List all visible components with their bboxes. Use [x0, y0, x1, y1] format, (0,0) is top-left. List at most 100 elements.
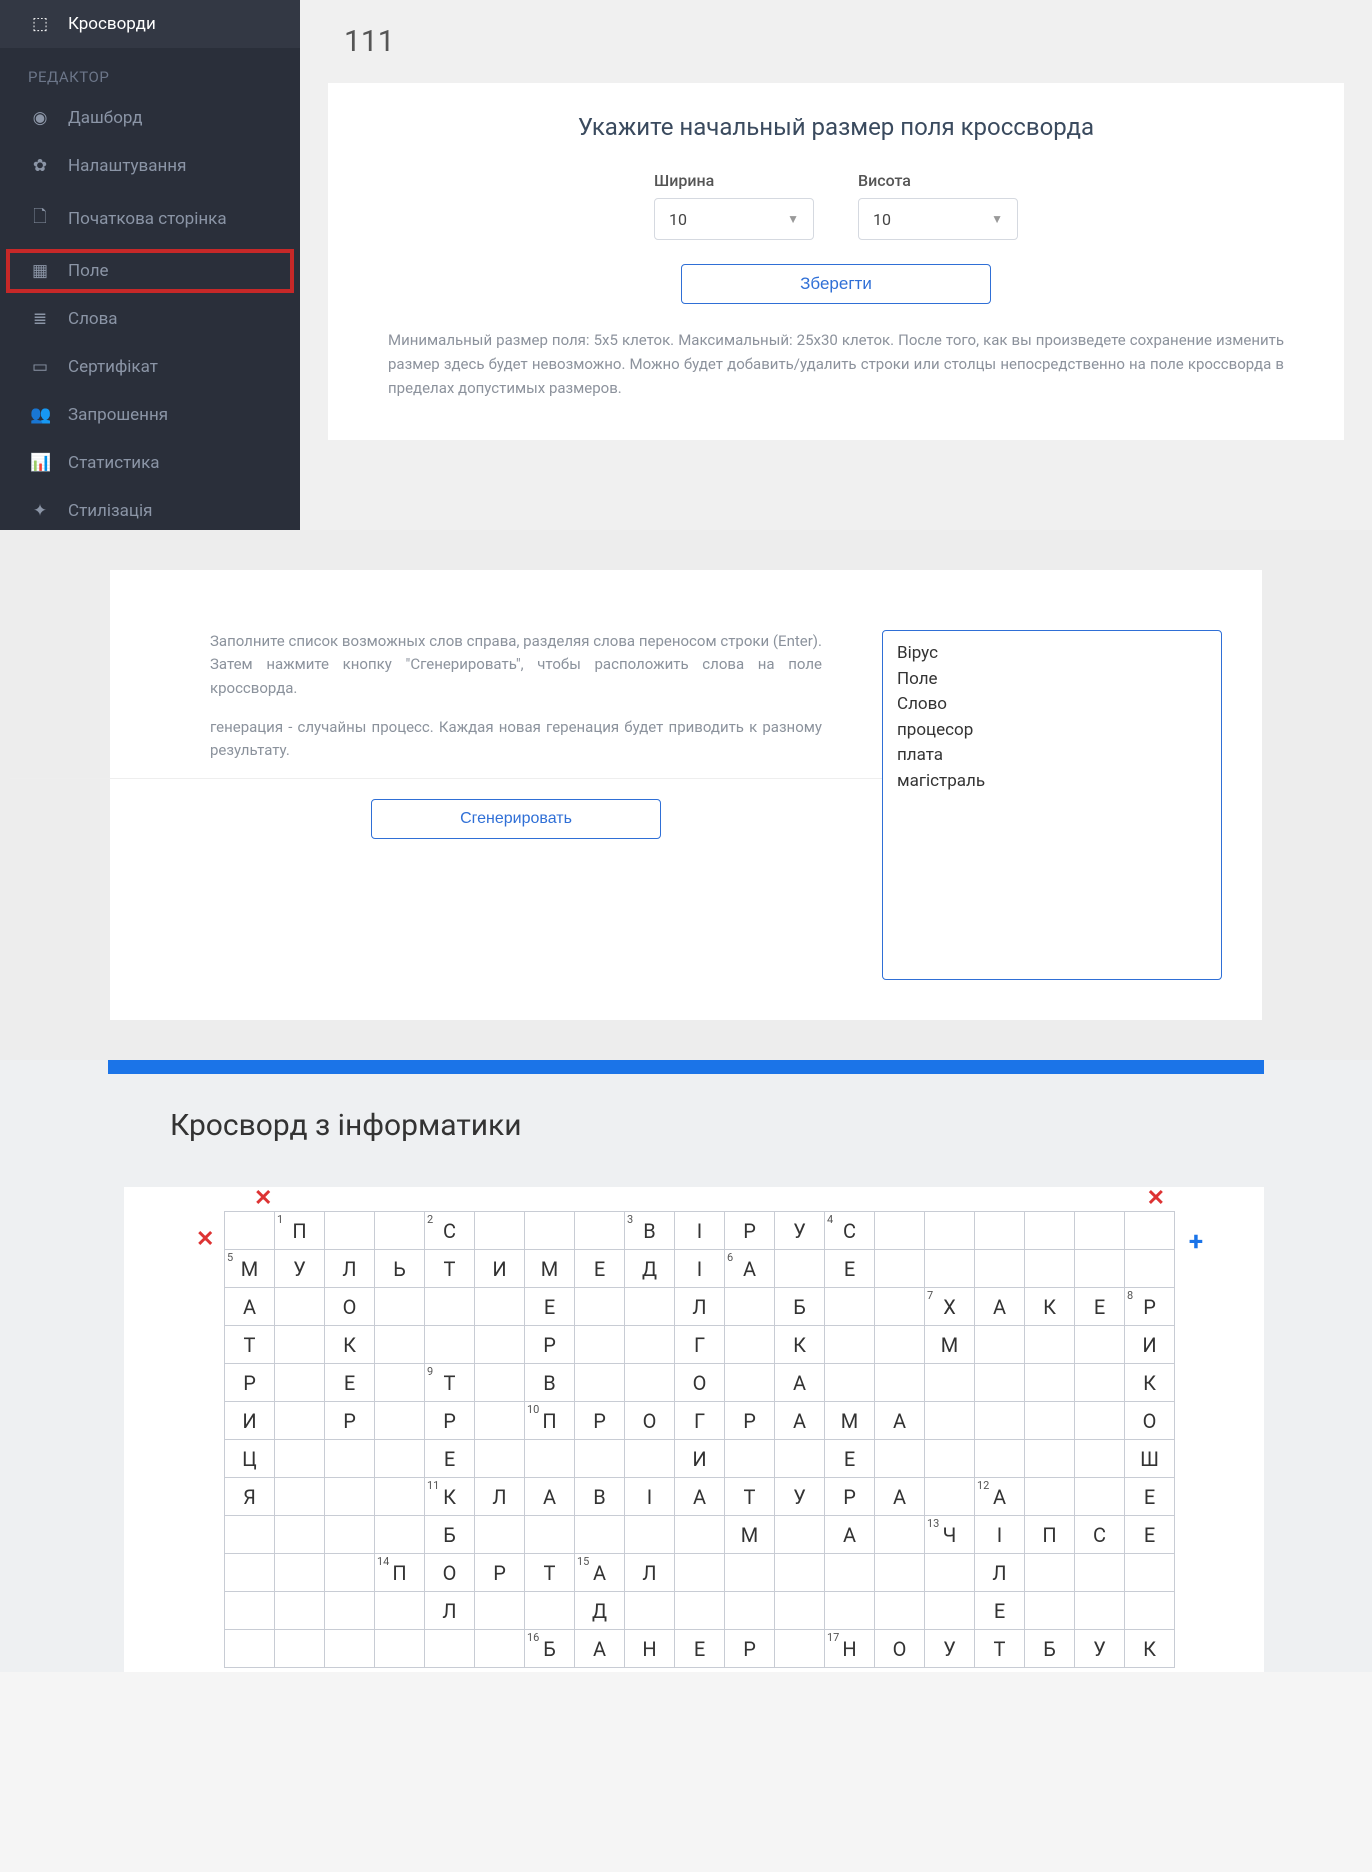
- crossword-cell[interactable]: [325, 1592, 375, 1630]
- crossword-cell[interactable]: [525, 1212, 575, 1250]
- crossword-grid[interactable]: 1П2С3ВІРУ4С5МУЛЬТИМЕДІ6АЕАОЕЛБ7ХАКЕ8РТКР…: [224, 1211, 1175, 1668]
- crossword-cell[interactable]: [325, 1212, 375, 1250]
- crossword-cell[interactable]: [425, 1288, 475, 1326]
- crossword-cell[interactable]: А: [825, 1516, 875, 1554]
- crossword-cell[interactable]: [775, 1554, 825, 1592]
- sidebar-item-поле[interactable]: ▦Поле: [0, 247, 300, 295]
- crossword-cell[interactable]: [725, 1288, 775, 1326]
- crossword-cell[interactable]: [975, 1212, 1025, 1250]
- crossword-cell[interactable]: [275, 1478, 325, 1516]
- crossword-cell[interactable]: У: [925, 1630, 975, 1668]
- crossword-cell[interactable]: [875, 1250, 925, 1288]
- crossword-cell[interactable]: [875, 1440, 925, 1478]
- crossword-cell[interactable]: [1075, 1212, 1125, 1250]
- crossword-cell[interactable]: Р: [425, 1402, 475, 1440]
- crossword-cell[interactable]: І: [675, 1212, 725, 1250]
- crossword-cell[interactable]: О: [1125, 1402, 1175, 1440]
- crossword-cell[interactable]: [925, 1592, 975, 1630]
- crossword-cell[interactable]: [775, 1630, 825, 1668]
- crossword-cell[interactable]: [575, 1326, 625, 1364]
- crossword-cell[interactable]: В: [575, 1478, 625, 1516]
- crossword-cell[interactable]: Р: [475, 1554, 525, 1592]
- crossword-cell[interactable]: [475, 1364, 525, 1402]
- crossword-cell[interactable]: [575, 1288, 625, 1326]
- crossword-cell[interactable]: Л: [475, 1478, 525, 1516]
- delete-col-right-icon[interactable]: ✕: [1147, 1186, 1165, 1211]
- crossword-cell[interactable]: Б: [1025, 1630, 1075, 1668]
- crossword-cell[interactable]: [1075, 1326, 1125, 1364]
- crossword-cell[interactable]: [325, 1630, 375, 1668]
- crossword-cell[interactable]: 7Х: [925, 1288, 975, 1326]
- crossword-cell[interactable]: У: [775, 1212, 825, 1250]
- crossword-cell[interactable]: Л: [975, 1554, 1025, 1592]
- crossword-cell[interactable]: А: [975, 1288, 1025, 1326]
- crossword-cell[interactable]: Т: [725, 1478, 775, 1516]
- crossword-cell[interactable]: Б: [775, 1288, 825, 1326]
- crossword-cell[interactable]: [875, 1516, 925, 1554]
- crossword-cell[interactable]: [925, 1478, 975, 1516]
- crossword-cell[interactable]: Г: [675, 1402, 725, 1440]
- crossword-cell[interactable]: [625, 1288, 675, 1326]
- crossword-cell[interactable]: 17Н: [825, 1630, 875, 1668]
- crossword-cell[interactable]: [375, 1402, 425, 1440]
- crossword-cell[interactable]: Т: [525, 1554, 575, 1592]
- crossword-cell[interactable]: А: [875, 1402, 925, 1440]
- crossword-cell[interactable]: [975, 1326, 1025, 1364]
- crossword-cell[interactable]: Д: [625, 1250, 675, 1288]
- sidebar-item-сертифікат[interactable]: ▭Сертифікат: [0, 343, 300, 391]
- crossword-cell[interactable]: 15А: [575, 1554, 625, 1592]
- crossword-cell[interactable]: Л: [425, 1592, 475, 1630]
- crossword-cell[interactable]: [225, 1212, 275, 1250]
- sidebar-item-початкова сторінка[interactable]: 🗋Початкова сторінка: [0, 190, 300, 247]
- crossword-cell[interactable]: [925, 1402, 975, 1440]
- crossword-cell[interactable]: 13Ч: [925, 1516, 975, 1554]
- crossword-cell[interactable]: Ш: [1125, 1440, 1175, 1478]
- crossword-cell[interactable]: А: [775, 1364, 825, 1402]
- crossword-cell[interactable]: Ц: [225, 1440, 275, 1478]
- crossword-cell[interactable]: 12А: [975, 1478, 1025, 1516]
- crossword-cell[interactable]: [825, 1592, 875, 1630]
- crossword-cell[interactable]: А: [225, 1288, 275, 1326]
- crossword-cell[interactable]: [1075, 1402, 1125, 1440]
- crossword-cell[interactable]: А: [575, 1630, 625, 1668]
- crossword-cell[interactable]: [725, 1364, 775, 1402]
- height-select[interactable]: 10 ▼: [858, 198, 1018, 240]
- crossword-cell[interactable]: [375, 1364, 425, 1402]
- crossword-cell[interactable]: [425, 1326, 475, 1364]
- crossword-cell[interactable]: [1025, 1402, 1075, 1440]
- sidebar-item-crosswords[interactable]: ⬚ Кросворди: [0, 0, 300, 48]
- crossword-cell[interactable]: 9Т: [425, 1364, 475, 1402]
- crossword-cell[interactable]: [525, 1440, 575, 1478]
- crossword-cell[interactable]: Ь: [375, 1250, 425, 1288]
- crossword-cell[interactable]: [1075, 1554, 1125, 1592]
- crossword-cell[interactable]: [1125, 1250, 1175, 1288]
- crossword-cell[interactable]: Е: [1125, 1516, 1175, 1554]
- crossword-cell[interactable]: [675, 1516, 725, 1554]
- crossword-cell[interactable]: [1025, 1478, 1075, 1516]
- crossword-cell[interactable]: [375, 1592, 425, 1630]
- crossword-cell[interactable]: [725, 1326, 775, 1364]
- crossword-cell[interactable]: П: [1025, 1516, 1075, 1554]
- crossword-cell[interactable]: И: [1125, 1326, 1175, 1364]
- crossword-cell[interactable]: О: [875, 1630, 925, 1668]
- crossword-cell[interactable]: М: [925, 1326, 975, 1364]
- crossword-cell[interactable]: О: [675, 1364, 725, 1402]
- crossword-cell[interactable]: А: [875, 1478, 925, 1516]
- crossword-cell[interactable]: К: [1125, 1364, 1175, 1402]
- crossword-cell[interactable]: Л: [625, 1554, 675, 1592]
- crossword-cell[interactable]: [275, 1630, 325, 1668]
- crossword-cell[interactable]: [275, 1554, 325, 1592]
- crossword-cell[interactable]: Е: [975, 1592, 1025, 1630]
- crossword-cell[interactable]: Д: [575, 1592, 625, 1630]
- crossword-cell[interactable]: И: [675, 1440, 725, 1478]
- crossword-cell[interactable]: [925, 1364, 975, 1402]
- sidebar-item-статистика[interactable]: 📊Статистика: [0, 439, 300, 487]
- crossword-cell[interactable]: 2С: [425, 1212, 475, 1250]
- crossword-cell[interactable]: А: [525, 1478, 575, 1516]
- crossword-cell[interactable]: [925, 1212, 975, 1250]
- crossword-cell[interactable]: К: [325, 1326, 375, 1364]
- crossword-cell[interactable]: [275, 1326, 325, 1364]
- crossword-cell[interactable]: Е: [675, 1630, 725, 1668]
- crossword-cell[interactable]: М: [525, 1250, 575, 1288]
- crossword-cell[interactable]: [375, 1288, 425, 1326]
